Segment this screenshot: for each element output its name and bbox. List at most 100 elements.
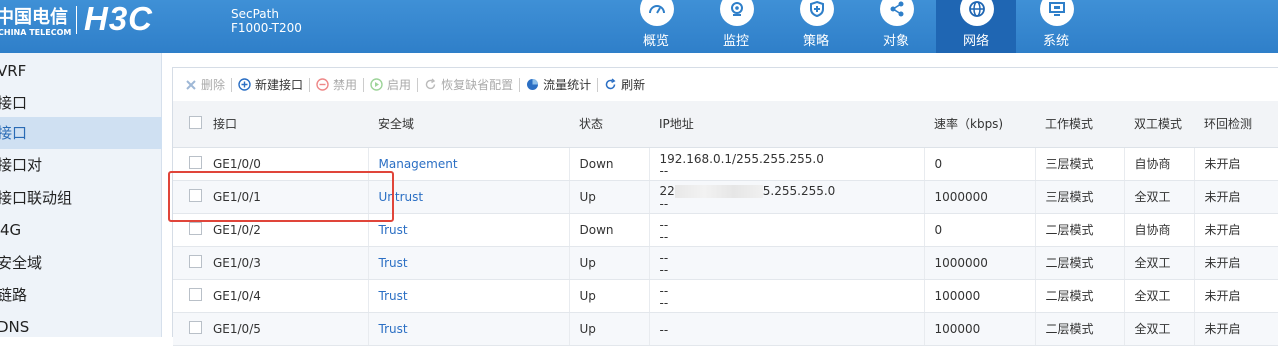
new-interface-button[interactable]: 新建接口 xyxy=(238,76,303,93)
refresh-label: 刷新 xyxy=(621,78,646,92)
share-icon xyxy=(880,0,914,26)
col-ip[interactable]: IP地址 xyxy=(649,101,924,148)
duplex-value: 全双工 xyxy=(1124,180,1195,214)
sidebar-item-4g[interactable]: 4G xyxy=(0,214,162,246)
ip-value: -- xyxy=(659,250,669,265)
traffic-stats-button[interactable]: 流量统计 xyxy=(526,76,591,93)
sidebar-item-security-zone[interactable]: 安全域 xyxy=(0,247,159,279)
sidebar-item-link[interactable]: 链路 xyxy=(0,279,159,311)
col-loopback[interactable]: 环回检测 xyxy=(1194,101,1278,148)
select-all-checkbox[interactable] xyxy=(173,101,203,148)
rate-value: 100000 xyxy=(924,312,1036,346)
zone-link[interactable]: Trust xyxy=(368,213,570,247)
disable-label: 禁用 xyxy=(333,78,358,92)
interface-name: GE1/0/5 xyxy=(203,312,369,346)
sidebar-item-interface-pair[interactable]: 接口对 xyxy=(0,149,159,181)
duplex-value: 全双工 xyxy=(1124,312,1195,346)
nav-label: 监控 xyxy=(722,34,749,49)
delete-label: 删除 xyxy=(201,78,226,92)
brand-logo: 中国电信 CHINA TELECOM H3C xyxy=(0,0,215,53)
nav-overview[interactable]: 概览 xyxy=(616,0,696,53)
nav-monitor[interactable]: 监控 xyxy=(696,0,776,53)
sidebar-item-interface-linkage-group[interactable]: 接口联动组 xyxy=(0,182,159,214)
ip-value-prefix: 22 xyxy=(659,184,675,198)
nav-label: 策略 xyxy=(802,34,829,49)
refresh-button[interactable]: 刷新 xyxy=(604,76,645,93)
nav-object[interactable]: 对象 xyxy=(856,0,936,53)
brand-divider xyxy=(76,6,77,34)
sidebar-group-interface[interactable]: 接口 xyxy=(0,87,159,119)
col-duplex[interactable]: 双工模式 xyxy=(1124,101,1194,148)
ip-value-2: -- xyxy=(659,163,669,178)
nav-system[interactable]: 系统 xyxy=(1016,0,1096,53)
table-header: 接口 安全域 状态 IP地址 速率（kbps) 工作模式 双工模式 环回检测 xyxy=(173,101,1278,148)
table-row[interactable]: GE1/0/5 Trust Up -- 100000 二层模式 全双工 未开启 xyxy=(173,312,1278,346)
status-value: Up xyxy=(569,312,650,346)
col-rate[interactable]: 速率（kbps) xyxy=(924,101,1035,148)
telecom-logo-cn: 中国电信 xyxy=(0,7,68,28)
col-zone[interactable]: 安全域 xyxy=(368,101,569,148)
restore-default-button[interactable]: 恢复缺省配置 xyxy=(424,76,513,93)
status-value: Down xyxy=(569,147,650,181)
main-nav: 概览 监控 策略 对象 网络 系统 xyxy=(616,0,1278,53)
nav-label: 系统 xyxy=(1042,34,1069,49)
row-highlight-annotation xyxy=(168,171,394,222)
globe-icon xyxy=(960,0,994,26)
h3c-logo: H3C xyxy=(84,0,154,37)
row-checkbox[interactable] xyxy=(173,279,203,313)
loopback-value: 未开启 xyxy=(1194,312,1278,346)
monitor-icon xyxy=(1040,0,1074,26)
duplex-value: 自协商 xyxy=(1124,147,1195,181)
ip-value: -- xyxy=(659,322,669,337)
rate-value: 1000000 xyxy=(924,246,1036,280)
ip-value-2: -- xyxy=(659,197,669,211)
refresh-icon xyxy=(605,78,616,90)
ip-cell: -- -- xyxy=(649,213,925,247)
zone-link[interactable]: Management xyxy=(368,147,570,181)
add-icon xyxy=(238,78,251,91)
rate-value: 100000 xyxy=(924,279,1036,313)
work-mode-value: 二层模式 xyxy=(1035,213,1125,247)
col-work-mode[interactable]: 工作模式 xyxy=(1035,101,1124,148)
work-mode-value: 二层模式 xyxy=(1035,279,1125,313)
zone-link[interactable]: Trust xyxy=(368,312,570,346)
shield-icon xyxy=(800,0,834,26)
sidebar-item-dns[interactable]: DNS xyxy=(0,311,159,343)
duplex-value: 自协商 xyxy=(1124,213,1195,247)
zone-link[interactable]: Trust xyxy=(368,246,570,280)
enable-button[interactable]: 启用 xyxy=(370,76,411,93)
interface-name: GE1/0/4 xyxy=(203,279,369,313)
sidebar-item-vrf[interactable]: VRF xyxy=(0,55,159,87)
ip-cell: -- xyxy=(649,312,925,346)
col-interface[interactable]: 接口 xyxy=(203,101,368,148)
gauge-icon xyxy=(640,0,674,26)
ip-cell: 192.168.0.1/255.255.255.0 -- xyxy=(649,147,925,181)
nav-network[interactable]: 网络 xyxy=(936,0,1016,53)
rate-value: 1000000 xyxy=(924,180,1036,214)
interface-name: GE1/0/3 xyxy=(203,246,369,280)
sidebar: VRF 接口 接口 接口对 接口联动组 4G 安全域 链路 DNS xyxy=(0,53,162,337)
disable-button[interactable]: 禁用 xyxy=(316,76,357,93)
close-icon xyxy=(186,79,196,90)
zone-link[interactable]: Untrust xyxy=(368,180,570,214)
sidebar-item-interface[interactable]: 接口 xyxy=(0,117,162,149)
table-row[interactable]: GE1/0/3 Trust Up -- -- 1000000 二层模式 全双工 未… xyxy=(173,246,1278,280)
row-checkbox[interactable] xyxy=(173,246,203,280)
delete-button[interactable]: 删除 xyxy=(185,76,225,93)
nav-policy[interactable]: 策略 xyxy=(776,0,856,53)
telecom-logo-en: CHINA TELECOM xyxy=(0,28,72,37)
col-status[interactable]: 状态 xyxy=(569,101,649,148)
pie-chart-icon xyxy=(527,79,539,90)
row-checkbox[interactable] xyxy=(173,312,203,346)
nav-label: 对象 xyxy=(882,34,909,49)
enable-label: 启用 xyxy=(387,78,412,92)
status-value: Up xyxy=(569,246,650,280)
ip-value: -- xyxy=(659,217,669,232)
table-row[interactable]: GE1/0/4 Trust Up -- -- 100000 二层模式 全双工 未开… xyxy=(173,279,1278,313)
zone-link[interactable]: Trust xyxy=(368,279,570,313)
duplex-value: 全双工 xyxy=(1124,279,1195,313)
loopback-value: 未开启 xyxy=(1194,213,1278,247)
work-mode-value: 二层模式 xyxy=(1035,246,1125,280)
ip-value-2: -- xyxy=(659,229,669,244)
work-mode-value: 三层模式 xyxy=(1035,147,1125,181)
